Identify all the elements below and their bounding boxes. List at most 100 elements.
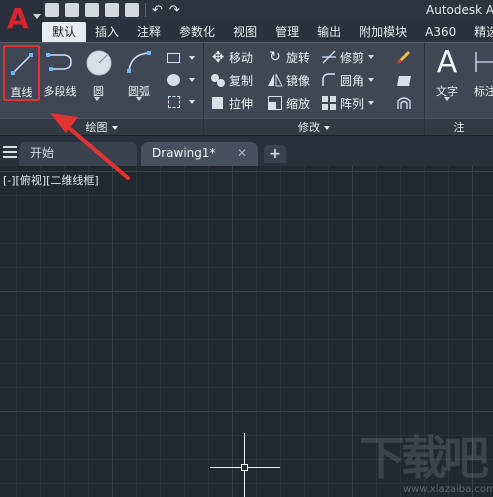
tab-parametric[interactable]: 参数化 xyxy=(170,22,224,42)
chevron-down-icon xyxy=(33,14,41,19)
application-menu-button[interactable]: A xyxy=(0,0,42,42)
chevron-down-icon[interactable] xyxy=(368,78,375,82)
dimension-button[interactable]: 标注 xyxy=(469,45,493,101)
trim-button[interactable]: 修剪 xyxy=(321,47,375,67)
plus-icon: + xyxy=(269,146,281,162)
mirror-label: 镜像 xyxy=(286,73,311,88)
save-as-icon[interactable] xyxy=(105,3,119,17)
region-button[interactable] xyxy=(166,92,195,112)
fillet-button[interactable]: 圆角 xyxy=(321,70,375,90)
document-tab-bar: 开始 Drawing1* ✕ + xyxy=(0,135,493,166)
array-button[interactable]: 阵列 xyxy=(321,93,375,113)
dimension-icon xyxy=(475,52,493,72)
draw-panel-title[interactable]: 绘图 xyxy=(0,118,203,136)
scale-label: 缩放 xyxy=(286,96,311,111)
trim-label: 修剪 xyxy=(340,50,365,65)
offset-button[interactable] xyxy=(396,93,415,113)
chevron-down-icon[interactable] xyxy=(368,55,375,59)
watermark-logo: 下载吧 xyxy=(359,431,489,485)
tab-addins[interactable]: 附加模块 xyxy=(350,22,416,42)
line-label: 直线 xyxy=(10,86,33,99)
chevron-down-icon[interactable] xyxy=(444,97,450,101)
undo-icon[interactable]: ↶ xyxy=(152,3,163,18)
open-icon[interactable] xyxy=(65,3,79,17)
explode-icon xyxy=(396,72,412,88)
crosshair-pickbox xyxy=(241,464,248,471)
viewport-controls[interactable]: [-][俯视][二维线框] xyxy=(3,172,99,188)
tab-drawing1-label: Drawing1* xyxy=(152,146,216,160)
save-icon[interactable] xyxy=(85,3,99,17)
watermark: 下载吧 www.xiazaiba.com xyxy=(355,410,493,497)
mirror-button[interactable]: 镜像 xyxy=(267,70,310,90)
move-icon: ✥ xyxy=(211,48,225,66)
erase-button[interactable] xyxy=(396,47,415,67)
stretch-icon xyxy=(210,95,226,111)
tab-annotate[interactable]: 注释 xyxy=(128,22,170,42)
close-icon[interactable]: ✕ xyxy=(237,142,247,164)
chevron-down-icon[interactable] xyxy=(94,97,100,101)
move-label: 移动 xyxy=(229,50,254,65)
chevron-down-icon[interactable] xyxy=(189,56,195,60)
stretch-label: 拉伸 xyxy=(229,96,254,111)
arc-button[interactable]: 圆弧 xyxy=(121,45,157,101)
stretch-button[interactable]: 拉伸 xyxy=(210,93,253,113)
copy-icon xyxy=(210,72,226,88)
region-icon xyxy=(166,94,182,110)
rotate-button[interactable]: ↻ 旋转 xyxy=(267,47,310,67)
chevron-down-icon[interactable] xyxy=(368,101,375,105)
offset-icon xyxy=(396,95,412,111)
ribbon-tab-bar: 默认 插入 注释 参数化 视图 管理 输出 附加模块 A360 精选 xyxy=(42,20,493,42)
rectangle-icon xyxy=(166,50,182,66)
hamburger-menu-icon[interactable] xyxy=(3,146,17,158)
ribbon: 直线 多段线 圆 圆弧 绘图 ✥ 移动 复制 拉伸 ↻ 旋转 镜像 缩放 修剪 … xyxy=(0,42,493,136)
line-button[interactable]: 直线 xyxy=(3,45,40,101)
polyline-button[interactable]: 多段线 xyxy=(41,45,79,101)
hatch-button[interactable] xyxy=(166,70,195,90)
tab-start[interactable]: 开始 xyxy=(19,142,137,166)
tab-a360[interactable]: A360 xyxy=(416,22,465,42)
plot-icon[interactable] xyxy=(125,3,139,17)
draw-panel: 直线 多段线 圆 圆弧 绘图 xyxy=(0,43,203,136)
tab-output[interactable]: 输出 xyxy=(308,22,350,42)
dimension-label: 标注 xyxy=(474,85,493,98)
tab-drawing1[interactable]: Drawing1* ✕ xyxy=(141,142,258,166)
chevron-down-icon xyxy=(324,126,330,130)
mirror-icon xyxy=(267,72,283,88)
scale-button[interactable]: 缩放 xyxy=(267,93,310,113)
modify-panel-title[interactable]: 修改 xyxy=(204,118,424,136)
redo-icon[interactable]: ↷ xyxy=(169,3,180,18)
erase-icon xyxy=(396,49,412,65)
annotation-panel-title[interactable]: 注 xyxy=(425,118,493,136)
fillet-label: 圆角 xyxy=(340,73,365,88)
toolbar-divider xyxy=(145,3,146,17)
modify-panel: ✥ 移动 复制 拉伸 ↻ 旋转 镜像 缩放 修剪 圆角 阵列 修改 xyxy=(204,43,424,136)
chevron-down-icon xyxy=(111,126,118,130)
array-icon xyxy=(321,95,337,111)
tab-featured[interactable]: 精选 xyxy=(465,22,493,42)
text-button[interactable]: A 文字 xyxy=(431,45,463,101)
new-icon[interactable] xyxy=(45,3,59,17)
rectangle-button[interactable] xyxy=(166,48,195,68)
tab-manage[interactable]: 管理 xyxy=(266,22,308,42)
circle-button[interactable]: 圆 xyxy=(82,45,115,101)
autocad-logo-icon: A xyxy=(7,2,29,35)
tab-insert[interactable]: 插入 xyxy=(86,22,128,42)
tab-default[interactable]: 默认 xyxy=(42,22,87,42)
rotate-label: 旋转 xyxy=(286,50,311,65)
circle-icon xyxy=(86,50,111,76)
tab-view[interactable]: 视图 xyxy=(224,22,266,42)
chevron-down-icon[interactable] xyxy=(189,78,195,82)
move-button[interactable]: ✥ 移动 xyxy=(210,47,253,67)
copy-label: 复制 xyxy=(229,73,254,88)
chevron-down-icon[interactable] xyxy=(136,97,142,101)
quick-access-toolbar: ↶ ↷ xyxy=(45,0,180,20)
new-tab-button[interactable]: + xyxy=(264,145,286,163)
tab-start-label: 开始 xyxy=(30,146,55,160)
annotation-panel: A 文字 标注 注 xyxy=(425,43,493,136)
explode-button[interactable] xyxy=(396,70,415,90)
hatch-icon xyxy=(166,72,182,88)
line-icon xyxy=(10,53,33,75)
scale-icon xyxy=(267,95,283,111)
chevron-down-icon[interactable] xyxy=(189,100,195,104)
copy-button[interactable]: 复制 xyxy=(210,70,253,90)
